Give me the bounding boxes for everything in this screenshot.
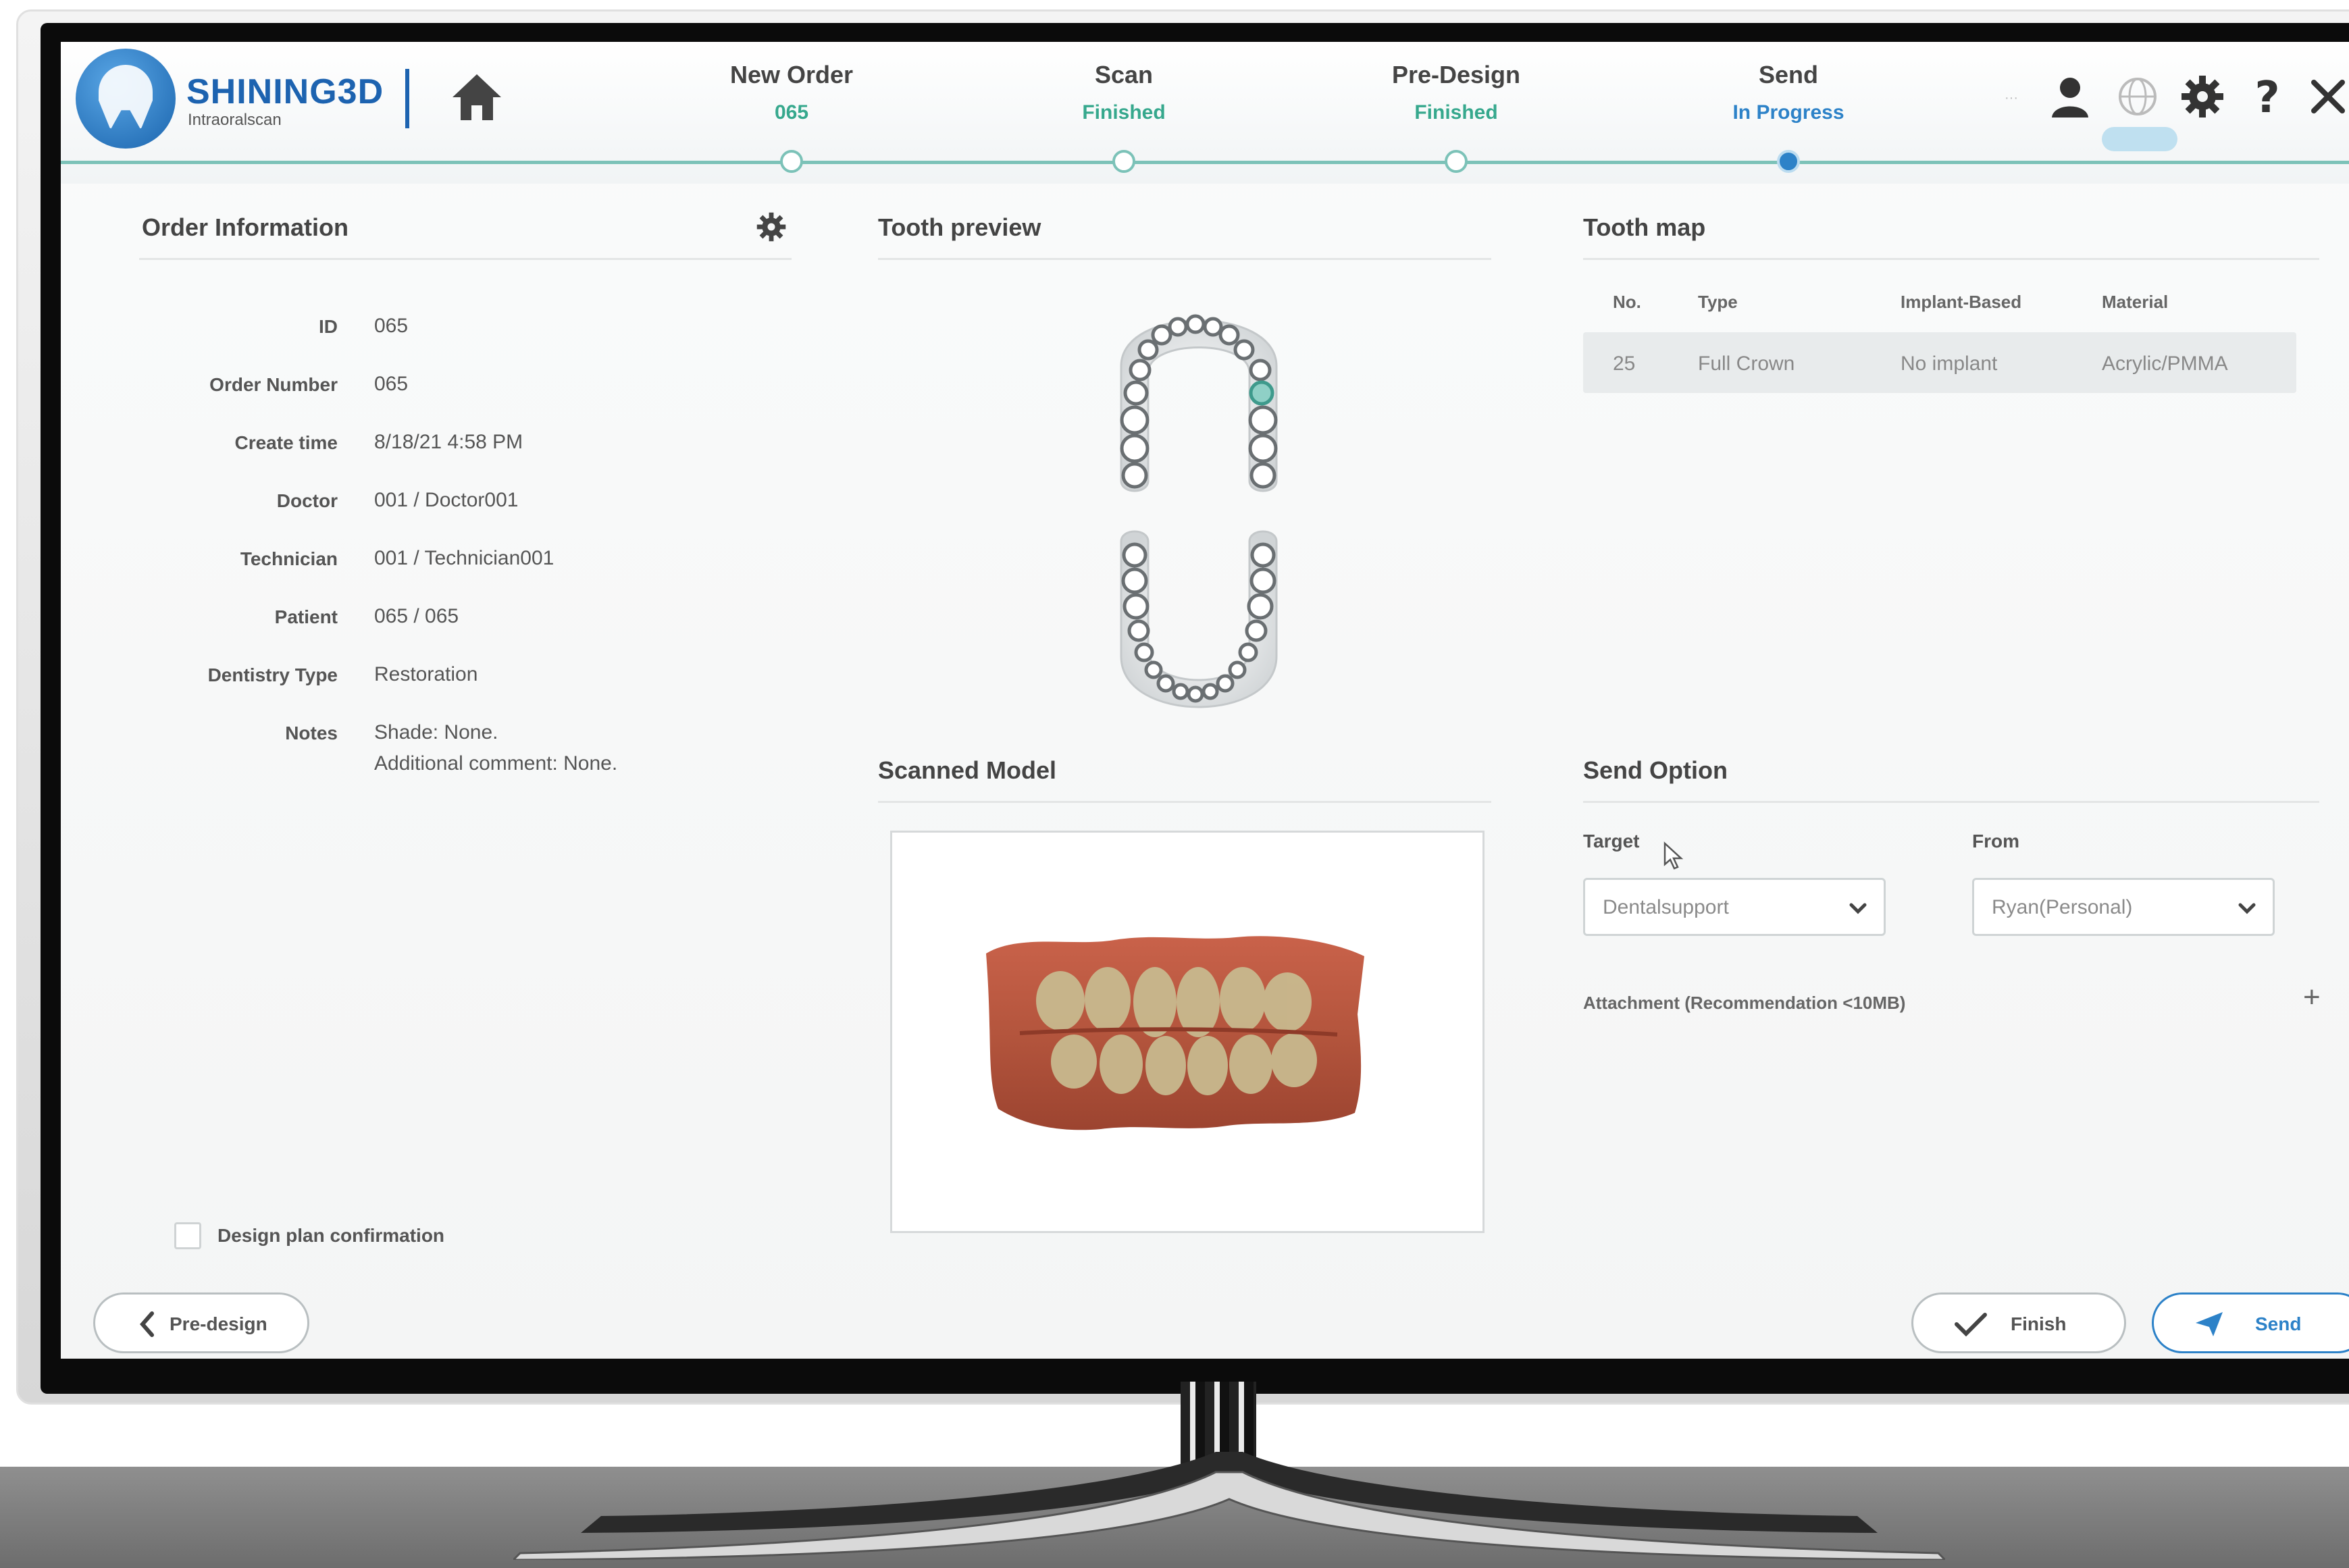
tooth-map-col-type: Type bbox=[1698, 292, 1738, 312]
step-send[interactable]: Send In Progress bbox=[1680, 61, 1896, 124]
monitor-stand-base bbox=[513, 1452, 1945, 1560]
info-label-dentistry-type: Dentistry Type bbox=[207, 664, 338, 685]
info-label-doctor: Doctor bbox=[276, 490, 338, 511]
checkmark-icon bbox=[1955, 1313, 1987, 1337]
info-label-patient: Patient bbox=[274, 606, 338, 627]
send-label: Send bbox=[2255, 1313, 2302, 1334]
step-title: Send bbox=[1758, 61, 1818, 88]
info-label-notes: Notes bbox=[285, 723, 338, 743]
info-value-technician: 001 / Technician001 bbox=[374, 547, 554, 569]
divider bbox=[1583, 801, 2319, 803]
design-plan-label: Design plan confirmation bbox=[217, 1225, 445, 1246]
mouse-cursor-icon bbox=[1663, 841, 1683, 870]
step-title: Scan bbox=[1094, 61, 1154, 88]
step-pre-design[interactable]: Pre-Design Finished bbox=[1348, 61, 1564, 124]
attachment-label: Attachment (Recommendation <10MB) bbox=[1583, 993, 1906, 1013]
tooth-map-col-implant: Implant-Based bbox=[1901, 292, 2022, 312]
active-highlight bbox=[2102, 127, 2177, 151]
app-header: SHINING3D Intraoralscan New Order 065 Sc… bbox=[61, 42, 2349, 184]
info-value-order-number: 065 bbox=[374, 373, 409, 395]
send-arrow-icon bbox=[2196, 1312, 2223, 1336]
brand-name: SHINING3D bbox=[186, 72, 384, 111]
step-title: Pre-Design bbox=[1391, 61, 1521, 88]
finish-label: Finish bbox=[2011, 1313, 2067, 1334]
gear-icon[interactable] bbox=[2179, 73, 2226, 120]
close-icon[interactable] bbox=[2304, 73, 2349, 120]
step-status: Finished bbox=[1082, 101, 1166, 124]
order-info-title: Order Information bbox=[142, 213, 349, 241]
settings-gear-icon[interactable] bbox=[755, 211, 788, 243]
svg-text:?: ? bbox=[2254, 73, 2279, 120]
step-scan[interactable]: Scan Finished bbox=[1016, 61, 1232, 124]
step-status: Finished bbox=[1414, 101, 1498, 124]
step-dot-send bbox=[1777, 150, 1800, 173]
add-attachment-button[interactable]: + bbox=[2303, 981, 2321, 1014]
step-status: In Progress bbox=[1732, 101, 1844, 124]
step-new-order[interactable]: New Order 065 bbox=[683, 61, 900, 124]
target-select[interactable]: Dentalsupport bbox=[1583, 878, 1886, 936]
info-value-id: 065 bbox=[374, 315, 409, 337]
divider bbox=[1583, 258, 2319, 260]
header-divider bbox=[405, 69, 409, 128]
step-dot-pre-design bbox=[1445, 150, 1468, 173]
info-label-id: ID bbox=[319, 316, 338, 337]
tooth-map-col-material: Material bbox=[2102, 292, 2169, 312]
info-value-notes: Shade: None. bbox=[374, 721, 498, 743]
from-select-value: Ryan(Personal) bbox=[1992, 896, 2133, 918]
home-icon[interactable] bbox=[450, 70, 504, 124]
tooth-preview-title: Tooth preview bbox=[878, 213, 1041, 241]
finish-button[interactable]: Finish bbox=[1911, 1292, 2126, 1353]
from-select[interactable]: Ryan(Personal) bbox=[1972, 878, 2275, 936]
chevron-down-icon bbox=[2238, 903, 2256, 914]
scanned-model-title: Scanned Model bbox=[878, 756, 1057, 784]
info-value-doctor: 001 / Doctor001 bbox=[374, 489, 519, 511]
tooth-map-col-no: No. bbox=[1613, 292, 1641, 312]
send-button[interactable]: Send bbox=[2152, 1292, 2349, 1353]
progress-track bbox=[61, 161, 2349, 164]
design-plan-checkbox[interactable] bbox=[174, 1222, 201, 1249]
divider bbox=[139, 258, 792, 260]
step-status: 065 bbox=[774, 101, 809, 124]
chevron-down-icon bbox=[1849, 903, 1867, 914]
brand-subtitle: Intraoralscan bbox=[188, 111, 282, 129]
divider bbox=[878, 258, 1491, 260]
send-option-title: Send Option bbox=[1583, 756, 1728, 784]
globe-icon[interactable] bbox=[2114, 73, 2161, 120]
info-value-dentistry-type: Restoration bbox=[374, 663, 478, 685]
chevron-left-icon bbox=[140, 1311, 154, 1337]
divider bbox=[878, 801, 1491, 803]
target-label: Target bbox=[1583, 831, 1640, 852]
user-name-text: ··· bbox=[2005, 90, 2018, 105]
user-icon[interactable] bbox=[2046, 73, 2094, 120]
tooth-map-cell-material: Acrylic/PMMA bbox=[2102, 352, 2228, 375]
info-label-technician: Technician bbox=[240, 548, 338, 569]
tooth-map-cell-no: 25 bbox=[1613, 352, 1636, 375]
target-select-value: Dentalsupport bbox=[1603, 896, 1729, 918]
info-value-patient: 065 / 065 bbox=[374, 605, 459, 627]
app-screen: SHINING3D Intraoralscan New Order 065 Sc… bbox=[61, 42, 2349, 1359]
step-title: New Order bbox=[729, 61, 854, 88]
scanned-jaw-model-image[interactable] bbox=[979, 926, 1371, 1136]
pre-design-back-label: Pre-design bbox=[170, 1313, 267, 1334]
help-icon[interactable]: ? bbox=[2244, 73, 2291, 120]
tooth-map-cell-implant: No implant bbox=[1901, 352, 1998, 375]
tooth-map-cell-type: Full Crown bbox=[1698, 352, 1795, 375]
step-dot-new-order bbox=[780, 150, 803, 173]
dental-arch-diagram[interactable] bbox=[1094, 285, 1303, 744]
step-dot-scan bbox=[1112, 150, 1135, 173]
info-label-create-time: Create time bbox=[234, 432, 338, 453]
pre-design-back-button[interactable]: Pre-design bbox=[93, 1292, 309, 1353]
from-label: From bbox=[1972, 831, 2019, 852]
info-value-notes-comment: Additional comment: None. bbox=[374, 752, 618, 775]
tooth-map-title: Tooth map bbox=[1583, 213, 1706, 241]
info-label-order-number: Order Number bbox=[209, 374, 338, 395]
info-value-create-time: 8/18/21 4:58 PM bbox=[374, 431, 523, 453]
